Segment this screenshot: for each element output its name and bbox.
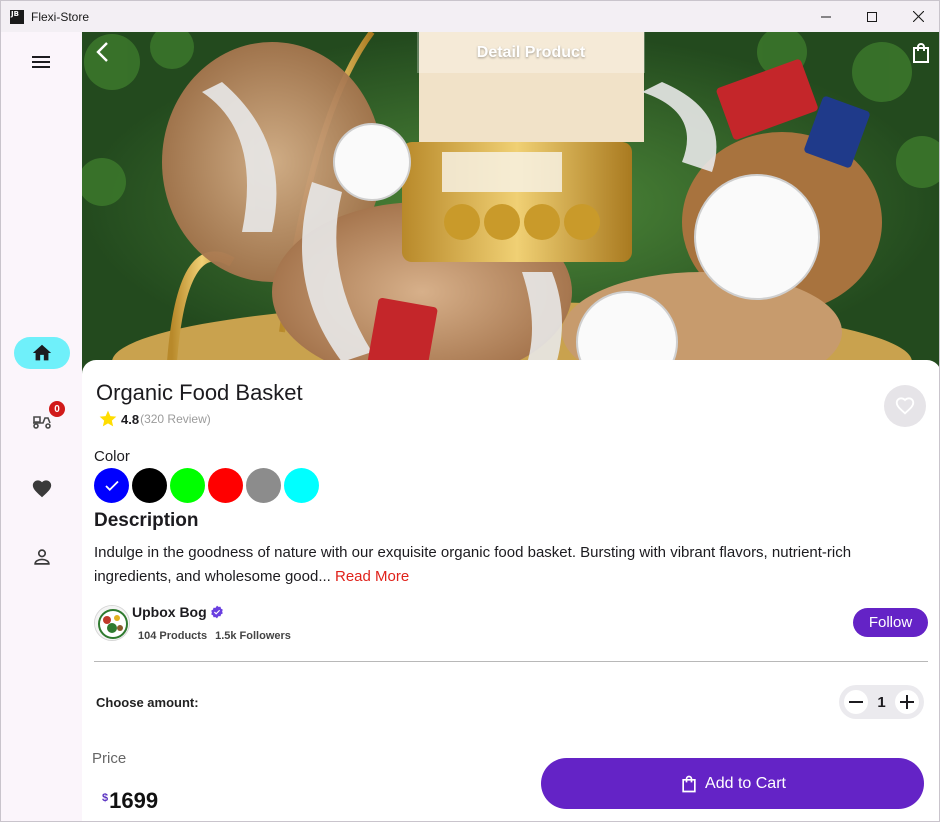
description-text: Indulge in the goodness of nature with o… xyxy=(94,541,924,589)
description-title: Description xyxy=(94,510,199,531)
rail-item-orders[interactable]: 0 xyxy=(14,401,70,437)
minimize-button[interactable] xyxy=(803,1,849,32)
favorite-button[interactable] xyxy=(884,385,926,427)
price-value: 1699 xyxy=(109,788,159,813)
color-swatch[interactable] xyxy=(284,468,319,503)
plus-icon xyxy=(900,695,914,709)
product-name: Organic Food Basket xyxy=(96,380,303,405)
page-title: Detail Product xyxy=(417,32,645,73)
color-swatch[interactable] xyxy=(170,468,205,503)
color-label: Color xyxy=(94,448,130,465)
store-stats: 104 Products 1.5k Followers xyxy=(138,630,299,642)
back-button[interactable] xyxy=(92,40,116,69)
cart-button[interactable] xyxy=(909,41,933,70)
navigation-rail: 0 xyxy=(1,32,82,821)
quantity-stepper: 1 xyxy=(839,685,924,719)
title-bar: JB Flexi-Store xyxy=(1,1,939,32)
rating: 4.8 (320 Review) xyxy=(98,409,211,429)
color-swatch[interactable] xyxy=(208,468,243,503)
star-icon xyxy=(99,410,117,427)
close-window-button[interactable] xyxy=(895,1,939,32)
price-currency: $ xyxy=(102,792,109,804)
rating-value: 4.8 xyxy=(121,411,140,427)
minimize-icon xyxy=(821,16,831,17)
person-icon xyxy=(34,549,50,565)
color-swatch[interactable] xyxy=(94,468,129,503)
maximize-button[interactable] xyxy=(849,1,895,32)
food-basket-illustration xyxy=(82,32,939,377)
store-name-row: Upbox Bog xyxy=(132,604,224,620)
chevron-left-icon xyxy=(96,42,108,62)
maximize-icon xyxy=(867,11,877,22)
follow-button[interactable]: Follow xyxy=(853,608,928,637)
product-detail-sheet: Organic Food Basket 4.8 (320 Review) Col… xyxy=(82,360,939,821)
amount-label: Choose amount: xyxy=(96,695,199,710)
divider xyxy=(94,661,928,662)
color-swatch[interactable] xyxy=(132,468,167,503)
minus-icon xyxy=(849,701,863,703)
decrease-button[interactable] xyxy=(844,690,868,714)
read-more-link[interactable]: Read More xyxy=(335,568,409,585)
quantity-value: 1 xyxy=(877,693,886,711)
store-follower-count: 1.5k Followers xyxy=(215,630,291,642)
cart-count-badge: 0 xyxy=(49,401,65,417)
app-window: JB Flexi-Store 0 Detail Product Organic … xyxy=(0,0,940,822)
product-image: Detail Product xyxy=(82,32,939,377)
review-count: (320 Review) xyxy=(140,412,211,426)
shopping-bag-icon xyxy=(913,43,929,63)
hamburger-menu-icon xyxy=(32,56,50,68)
window-title: Flexi-Store xyxy=(31,9,90,24)
description-body: Indulge in the goodness of nature with o… xyxy=(94,544,852,585)
add-to-cart-label: Add to Cart xyxy=(705,774,786,792)
store-avatar[interactable] xyxy=(94,605,130,641)
app-logo-icon: JB xyxy=(10,9,24,24)
price-label: Price xyxy=(92,750,127,767)
shopping-bag-icon xyxy=(682,775,696,792)
store-product-count: 104 Products xyxy=(138,630,208,642)
color-swatch[interactable] xyxy=(246,468,281,503)
add-to-cart-button[interactable]: Add to Cart xyxy=(541,758,924,809)
rail-item-profile[interactable] xyxy=(14,541,70,573)
heart-outline-icon xyxy=(895,397,915,415)
check-icon xyxy=(104,480,119,491)
increase-button[interactable] xyxy=(895,690,919,714)
rail-item-home[interactable] xyxy=(14,337,70,369)
close-icon xyxy=(912,11,924,22)
heart-icon xyxy=(32,480,52,498)
color-swatches xyxy=(94,468,319,503)
rail-item-favorites[interactable] xyxy=(14,473,70,505)
verified-badge-icon xyxy=(210,605,223,619)
price: $ 1699 xyxy=(102,788,158,814)
store-name[interactable]: Upbox Bog xyxy=(132,604,207,620)
home-icon xyxy=(32,344,52,361)
store-logo-icon xyxy=(95,606,129,640)
menu-button[interactable] xyxy=(29,50,53,79)
